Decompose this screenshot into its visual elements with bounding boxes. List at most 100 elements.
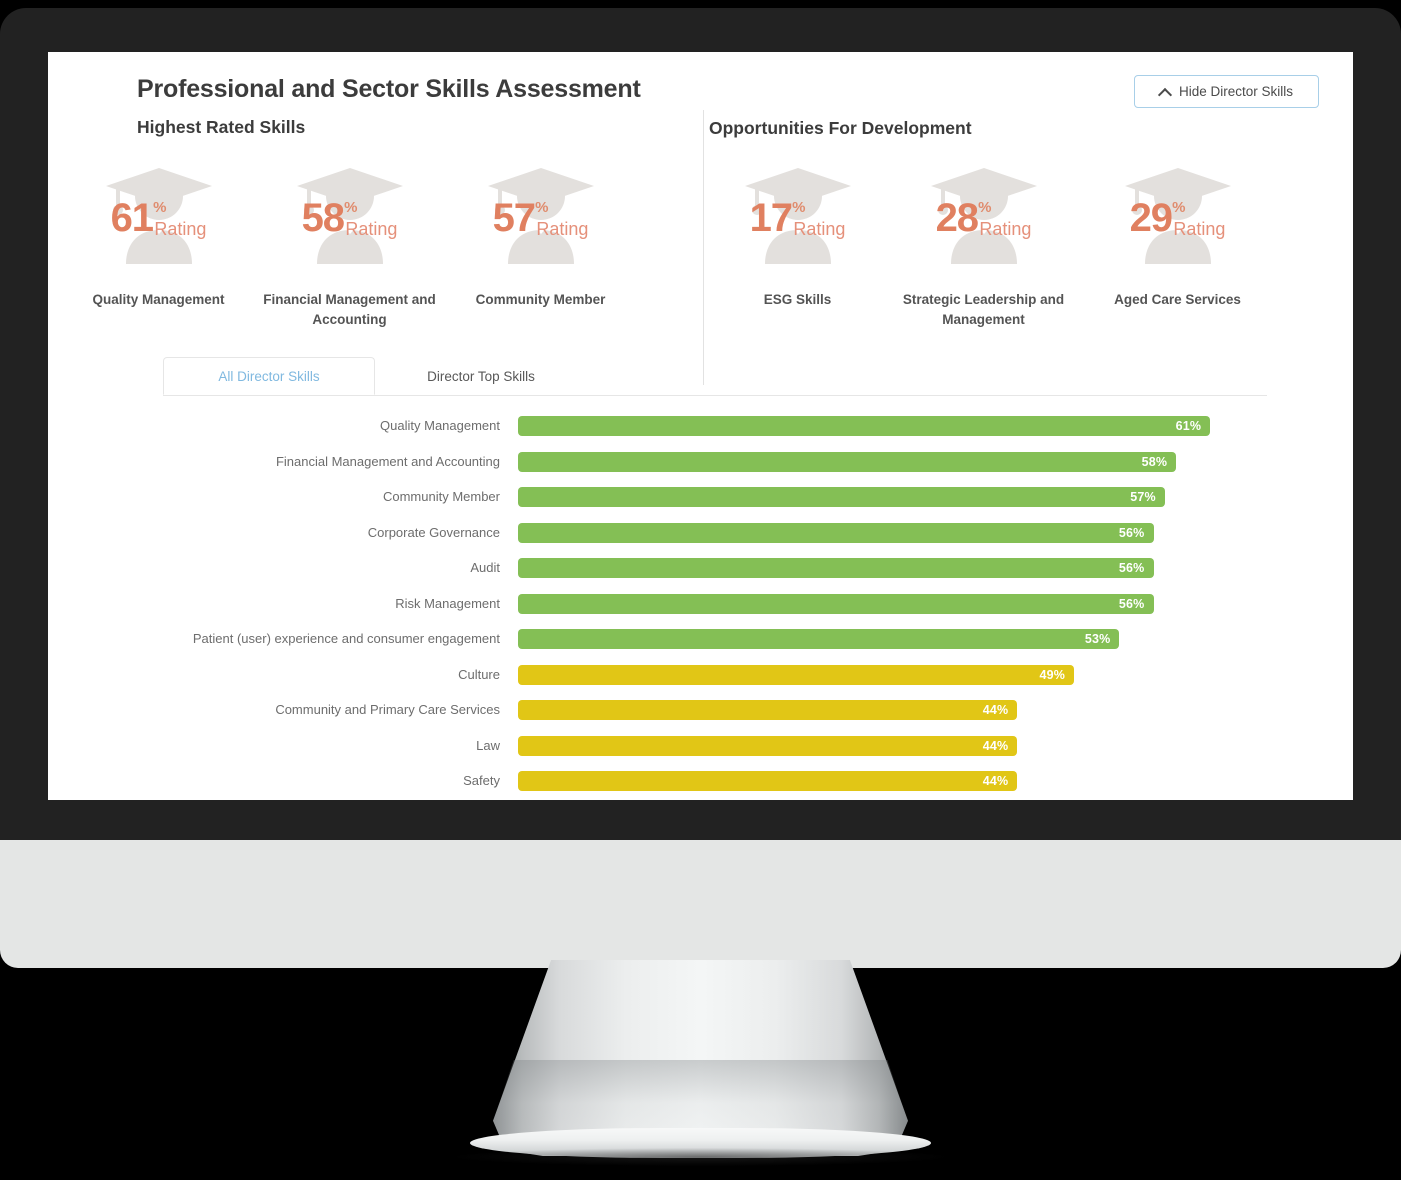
bar[interactable]: 44% [518,735,1018,756]
bar-value-label: 61% [1175,419,1202,433]
bar-value-label: 56% [1118,525,1145,540]
rating-percent-sign: % [344,199,358,216]
bar-category-label: Quality Management [380,418,500,434]
bar-category-label: Culture [458,666,500,682]
tab-director-top-skills[interactable]: Director Top Skills [375,357,587,395]
bar-value-label: 53% [1084,632,1111,646]
bar-category-label: Community and Primary Care Services [275,702,500,718]
bar[interactable]: 49% [518,664,1075,685]
rating-word: Rating [979,219,1032,239]
bar-value-label: 56% [1118,561,1145,575]
bar[interactable]: 44% [518,771,1018,791]
bar-value-label: 44% [982,738,1009,753]
skill-card-opportunity-3: 29% Rating Aged Care Services [1090,160,1265,310]
graduation-cap-icon: 58% Rating [291,160,409,278]
bar-category-label: Patient (user) experience and consumer e… [192,631,500,647]
bar-category-label: Safety [463,773,500,789]
rating-percent-sign: % [1172,199,1186,216]
skill-card-highest-1: 61% Rating Quality Management [71,160,246,310]
bar-track: 49% [518,657,1267,693]
bar[interactable]: 44% [518,700,1018,720]
hide-director-skills-label: Hide Director Skills [1178,84,1294,99]
bar[interactable]: 56% [518,558,1154,578]
bar-track: 56% [518,550,1267,586]
bar-value-label: 57% [1130,490,1156,504]
skill-card-highest-2: 58% Rating Financial Management and Accou… [262,160,437,331]
bar-row: Financial Management and Accounting 58% [163,444,1267,480]
chevron-up-icon [1160,87,1171,98]
bar-row: Safety 44% [163,763,1267,799]
graduation-cap-icon: 61% Rating [100,160,218,278]
rating-word: Rating [1173,219,1226,239]
bar-value-label: 49% [1039,667,1066,682]
skill-card-label: Community Member [475,292,606,307]
bar-row: Law 44% [163,728,1267,764]
rating-percent-sign: % [978,199,992,216]
rating-percent-sign: % [535,199,549,216]
skill-card-opportunity-2: 28% Rating Strategic Leadership and Manag… [896,160,1071,331]
skill-card-label: Quality Management [92,292,225,307]
rating-word: Rating [536,219,589,239]
bar-track: 44% [518,728,1267,764]
bar[interactable]: 56% [518,593,1154,614]
bar[interactable]: 57% [518,487,1165,507]
rating-value: 28 [935,196,979,240]
skill-card-label: Strategic Leadership and Management [902,292,1065,328]
hide-director-skills-button[interactable]: Hide Director Skills [1134,75,1319,108]
rating-overlay: 17% Rating [739,198,857,238]
rating-overlay: 61% Rating [100,198,218,238]
bar-category-label: Corporate Governance [367,524,500,540]
bar[interactable]: 61% [518,416,1211,436]
bar-row: Patient (user) experience and consumer e… [163,621,1267,657]
opportunities-heading: Opportunities For Development [709,118,972,138]
bar-category-label: Audit [470,560,500,576]
skill-card-opportunity-1: 17% Rating ESG Skills [710,160,885,310]
rating-word: Rating [154,219,207,239]
rating-word: Rating [345,219,398,239]
graduation-cap-icon: 29% Rating [1119,160,1237,278]
bar-row: Culture 49% [163,657,1267,693]
bar-track: 44% [518,763,1267,799]
bar-row: Community Member 57% [163,479,1267,515]
bar[interactable]: 56% [518,522,1154,543]
bar-category-label: Financial Management and Accounting [275,453,500,469]
skill-card-label: Aged Care Services [1114,292,1241,307]
tab-label: Director Top Skills [427,368,535,384]
rating-overlay: 57% Rating [482,198,600,238]
bar-track: 56% [518,515,1267,551]
skill-card-label: Financial Management and Accounting [263,292,436,328]
bar-track: 57% [518,479,1267,515]
skills-bar-chart: Quality Management 61% Financial Managemen… [163,408,1267,799]
rating-value: 58 [301,196,345,240]
bar[interactable]: 53% [518,629,1120,649]
rating-percent-sign: % [153,199,167,216]
bar-value-label: 56% [1118,596,1145,611]
tab-label: All Director Skills [218,368,320,384]
bar-row: Community and Primary Care Services 44% [163,692,1267,728]
bar[interactable]: 58% [518,451,1177,472]
highest-rated-skills-heading: Highest Rated Skills [137,117,306,137]
monitor-screen: Professional and Sector Skills Assessmen… [48,52,1353,800]
bar-track: 44% [518,692,1267,728]
monitor-chin [0,840,1401,968]
bar-value-label: 58% [1141,454,1168,469]
bar-track: 61% [518,408,1267,444]
graduation-cap-icon: 28% Rating [925,160,1043,278]
rating-overlay: 28% Rating [925,198,1043,238]
tab-all-director-skills[interactable]: All Director Skills [163,357,375,395]
bar-category-label: Law [476,737,500,753]
bar-row: Risk Management 56% [163,586,1267,622]
graduation-cap-icon: 17% Rating [739,160,857,278]
skills-tabs: All Director Skills Director Top Skills [163,357,1267,396]
bar-category-label: Risk Management [395,595,500,611]
bar-row: Quality Management 61% [163,408,1267,444]
monitor-stand-shadow [455,1148,946,1166]
rating-value: 29 [1129,196,1173,240]
page-title: Professional and Sector Skills Assessmen… [137,75,641,103]
rating-overlay: 29% Rating [1119,198,1237,238]
graduation-cap-icon: 57% Rating [482,160,600,278]
bar-row: Corporate Governance 56% [163,515,1267,551]
skill-card-highest-3: 57% Rating Community Member [453,160,628,310]
bar-value-label: 44% [982,774,1009,788]
rating-percent-sign: % [792,199,806,216]
